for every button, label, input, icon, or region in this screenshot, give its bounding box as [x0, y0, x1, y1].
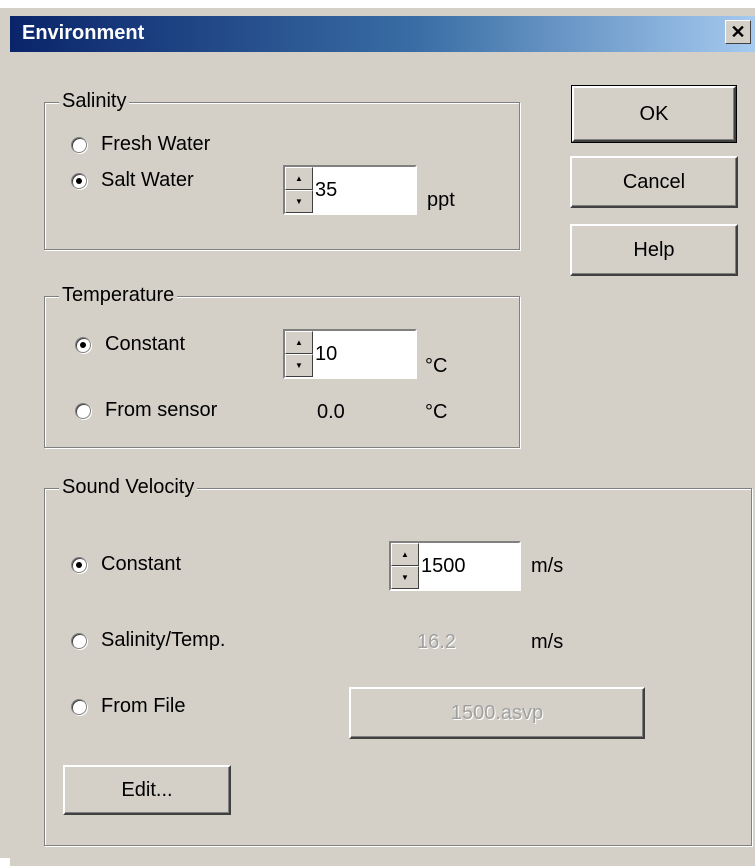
sound-velocity-constant-radio-circle [71, 556, 87, 573]
down-arrow-icon: ▼ [295, 196, 303, 206]
temperature-group-label: Temperature [59, 284, 178, 307]
sensor-temperature-unit: °C [425, 401, 448, 423]
edit-button-label: Edit... [121, 778, 173, 801]
dialog-title: Environment [22, 22, 145, 44]
sound-velocity-group: Sound Velocity Constant Salinity/Temp. F… [44, 476, 752, 846]
temperature-spinner[interactable]: ▲ ▼ [283, 329, 417, 379]
from-file-label: From File [101, 695, 186, 717]
salinity-spin-down-button[interactable]: ▼ [285, 190, 313, 213]
salinity-group: Salinity Fresh Water Salt Water ▲ ▼ ppt [44, 90, 520, 250]
temperature-sensor-label: From sensor [105, 399, 218, 421]
sound-velocity-spin-buttons: ▲ ▼ [391, 543, 419, 589]
sound-velocity-constant-label: Constant [101, 553, 182, 575]
salinity-temp-radio-circle [71, 632, 87, 649]
cancel-button[interactable]: Cancel [570, 156, 738, 208]
close-button[interactable]: ✕ [725, 20, 751, 44]
temperature-constant-radio[interactable]: Constant [75, 333, 185, 356]
temperature-input[interactable] [313, 331, 415, 377]
sound-velocity-spin-up-button[interactable]: ▲ [391, 543, 419, 566]
sound-velocity-spin-down-button[interactable]: ▼ [391, 566, 419, 589]
salinity-temp-radio[interactable]: Salinity/Temp. [71, 629, 226, 652]
help-button[interactable]: Help [570, 224, 738, 276]
computed-sound-velocity-value: 16.2 [417, 631, 456, 653]
sound-velocity-file-label: 1500.asvp [450, 701, 544, 724]
cancel-button-label: Cancel [622, 170, 686, 193]
ok-button[interactable]: OK [571, 85, 737, 143]
salt-water-label: Salt Water [101, 169, 194, 191]
temperature-unit: °C [425, 355, 448, 377]
fresh-water-label: Fresh Water [101, 133, 211, 155]
fresh-water-radio-circle [71, 136, 87, 153]
salinity-spin-buttons: ▲ ▼ [285, 167, 313, 213]
temperature-group: Temperature Constant From sensor ▲ ▼ °C … [44, 284, 520, 448]
sound-velocity-spinner[interactable]: ▲ ▼ [389, 541, 521, 591]
environment-dialog: Environment ✕ Salinity Fresh Water Salt … [0, 8, 755, 866]
sensor-temperature-value: 0.0 [317, 401, 345, 423]
up-arrow-icon: ▲ [295, 173, 303, 183]
salinity-input[interactable] [313, 167, 415, 213]
temperature-spin-buttons: ▲ ▼ [285, 331, 313, 377]
sound-velocity-unit: m/s [531, 555, 564, 577]
sound-velocity-input[interactable] [419, 543, 519, 589]
up-arrow-icon: ▲ [295, 337, 303, 347]
salinity-spinner[interactable]: ▲ ▼ [283, 165, 417, 215]
salinity-group-label: Salinity [59, 90, 130, 113]
salinity-unit: ppt [427, 189, 455, 211]
salt-water-radio-circle [71, 172, 87, 189]
temperature-spin-up-button[interactable]: ▲ [285, 331, 313, 354]
temperature-spin-down-button[interactable]: ▼ [285, 354, 313, 377]
computed-sound-velocity-unit: m/s [531, 631, 564, 653]
temperature-sensor-radio-circle [75, 402, 91, 419]
sound-velocity-constant-radio[interactable]: Constant [71, 553, 181, 576]
edit-button[interactable]: Edit... [63, 765, 231, 815]
close-icon: ✕ [730, 22, 746, 42]
up-arrow-icon: ▲ [401, 549, 409, 559]
salinity-spin-up-button[interactable]: ▲ [285, 167, 313, 190]
temperature-sensor-radio[interactable]: From sensor [75, 399, 217, 422]
salt-water-radio[interactable]: Salt Water [71, 169, 194, 192]
down-arrow-icon: ▼ [401, 572, 409, 582]
sound-velocity-group-label: Sound Velocity [59, 476, 198, 499]
sound-velocity-file-button[interactable]: 1500.asvp [349, 687, 645, 739]
from-file-radio[interactable]: From File [71, 695, 185, 718]
help-button-label: Help [633, 238, 675, 261]
fresh-water-radio[interactable]: Fresh Water [71, 133, 210, 156]
title-bar: Environment ✕ [10, 16, 755, 52]
salinity-temp-label: Salinity/Temp. [101, 629, 226, 651]
from-file-radio-circle [71, 698, 87, 715]
dialog-body: Salinity Fresh Water Salt Water ▲ ▼ ppt … [10, 52, 755, 866]
temperature-constant-label: Constant [105, 333, 186, 355]
temperature-constant-radio-circle [75, 336, 91, 353]
ok-button-label: OK [639, 102, 669, 125]
down-arrow-icon: ▼ [295, 360, 303, 370]
